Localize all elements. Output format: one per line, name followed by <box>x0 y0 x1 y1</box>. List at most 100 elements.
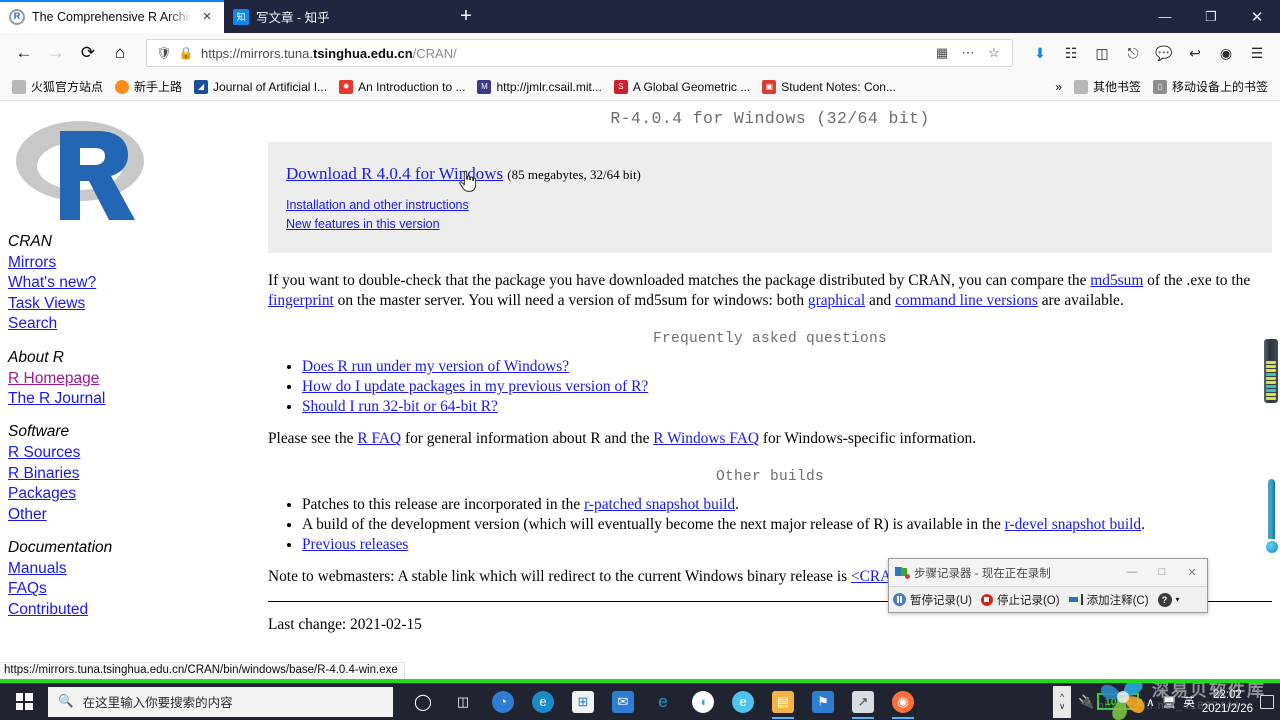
reload-button[interactable]: ⟳ <box>72 38 104 68</box>
faq-link-32-or-64-bit[interactable]: Should I run 32-bit or 64-bit R? <box>302 398 498 415</box>
cortana-icon[interactable]: ◯ <box>403 683 443 720</box>
chevron-down-icon: ▾ <box>1175 595 1180 604</box>
edge-icon[interactable]: e <box>523 683 563 720</box>
bookmark-item[interactable]: 火狐官方站点 <box>6 76 109 97</box>
sidebar-item-r-homepage[interactable]: R Homepage <box>8 369 258 389</box>
command-line-versions-link[interactable]: command line versions <box>895 292 1038 309</box>
gauge-widget[interactable] <box>1264 339 1278 403</box>
previous-releases-link[interactable]: Previous releases <box>302 536 408 553</box>
library-icon[interactable]: ☷ <box>1056 38 1086 68</box>
sidebar-item-contributed[interactable]: Contributed <box>8 600 258 620</box>
faq-link-update-packages[interactable]: How do I update packages in my previous … <box>302 378 648 395</box>
close-icon[interactable]: × <box>423 9 439 24</box>
360-browser-icon[interactable]: e <box>723 683 763 720</box>
site-sidebar: CRAN Mirrors What's new? Task Views Sear… <box>8 105 258 634</box>
mobile-bookmarks-folder[interactable]: ▯ 移动设备上的书签 <box>1147 76 1274 97</box>
graphical-link[interactable]: graphical <box>808 292 865 309</box>
windows-start-icon[interactable] <box>0 683 48 720</box>
r-faq-link[interactable]: R FAQ <box>357 430 401 447</box>
text: and <box>865 292 896 309</box>
minimize-icon[interactable]: — <box>1117 566 1147 579</box>
sogou-browser-icon[interactable]: ◖ <box>683 683 723 720</box>
bookmarks-overflow-button[interactable]: » <box>1049 78 1068 96</box>
address-bar[interactable]: 🛡 🔒 https://mirrors.tuna.tsinghua.edu.cn… <box>146 39 1013 67</box>
md5sum-link[interactable]: md5sum <box>1090 272 1143 289</box>
sidebar-item-r-binaries[interactable]: R Binaries <box>8 464 258 484</box>
sidebar-icon[interactable]: ◫ <box>1087 38 1117 68</box>
mail-icon[interactable]: ✉ <box>603 683 643 720</box>
tab-cran[interactable]: R The Comprehensive R Archiv × <box>0 0 224 33</box>
close-icon[interactable]: ✕ <box>1234 0 1280 33</box>
sidebar-item-other[interactable]: Other <box>8 505 258 525</box>
jmlr-icon: M <box>477 79 492 94</box>
other-bookmarks-folder[interactable]: 其他书签 <box>1068 76 1147 97</box>
bookmark-item[interactable]: 新手上路 <box>109 76 188 97</box>
internet-explorer-icon[interactable]: e <box>643 683 683 720</box>
clock-app-icon[interactable]: ◔ <box>483 683 523 720</box>
r-patched-snapshot-link[interactable]: r-patched snapshot build <box>584 496 735 513</box>
menu-icon[interactable]: ☰ <box>1242 38 1272 68</box>
search-placeholder: 在这里输入你要搜索的内容 <box>82 696 233 710</box>
installation-instructions-link[interactable]: Installation and other instructions <box>286 196 469 215</box>
bookmark-item[interactable]: ✹ An Introduction to ... <box>333 78 471 96</box>
stop-record-button[interactable]: 停止记录(O) <box>980 592 1060 608</box>
bookmark-item[interactable]: S A Global Geometric ... <box>608 78 756 96</box>
recorder-window-controls: — □ ✕ <box>1117 566 1207 579</box>
faq-link-windows-version[interactable]: Does R run under my version of Windows? <box>302 358 569 375</box>
screenshot-icon[interactable]: ⎋ <box>1118 38 1148 68</box>
add-comment-button[interactable]: 添加注释(C) <box>1068 592 1149 608</box>
bookmark-item[interactable]: M http://jmlr.csail.mit... <box>471 78 607 96</box>
task-view-icon[interactable]: ◫ <box>443 683 483 720</box>
r-windows-faq-link[interactable]: R Windows FAQ <box>653 430 759 447</box>
sidebar-item-task-views[interactable]: Task Views <box>8 294 258 314</box>
maximize-icon[interactable]: □ <box>1147 566 1177 579</box>
address-bar-actions: ▦ ⋯ ☆ <box>930 45 1006 61</box>
undo-icon[interactable]: ↩ <box>1180 38 1210 68</box>
thermometer-widget[interactable] <box>1266 479 1278 553</box>
microsoft-store-icon[interactable]: ⊞ <box>563 683 603 720</box>
r-devel-snapshot-link[interactable]: r-devel snapshot build <box>1005 516 1141 533</box>
back-button[interactable]: ← <box>8 38 40 68</box>
shield-icon[interactable]: 🛡 <box>153 46 175 60</box>
forward-button[interactable]: → <box>40 38 72 68</box>
new-tab-button[interactable]: + <box>452 5 480 29</box>
r-logo-icon: R <box>9 8 25 25</box>
folder-icon <box>1073 79 1088 94</box>
firefox-icon[interactable]: ◉ <box>883 683 923 720</box>
pause-record-button[interactable]: 暂停记录(U) <box>893 592 972 608</box>
bookmark-item[interactable]: ▣ Student Notes: Con... <box>756 78 902 96</box>
qr-code-icon[interactable]: ▦ <box>930 45 954 61</box>
close-icon[interactable]: × <box>199 9 215 24</box>
sidebar-heading: CRAN <box>8 233 52 250</box>
page-actions-icon[interactable]: ⋯ <box>956 45 980 61</box>
sidebar-item-r-sources[interactable]: R Sources <box>8 443 258 463</box>
account-icon[interactable]: ◉ <box>1211 38 1241 68</box>
home-button[interactable]: ⌂ <box>104 38 136 68</box>
sidebar-item-manuals[interactable]: Manuals <box>8 559 258 579</box>
pocket-icon[interactable]: 💬 <box>1149 38 1179 68</box>
sidebar-item-the-r-journal[interactable]: The R Journal <box>8 389 258 409</box>
help-button[interactable]: ? ▾ <box>1157 592 1180 607</box>
sidebar-item-whats-new[interactable]: What's new? <box>8 273 258 293</box>
sidebar-item-packages[interactable]: Packages <box>8 484 258 504</box>
wps-icon[interactable]: ⚑ <box>803 683 843 720</box>
taskbar-search-input[interactable]: 🔍 在这里输入你要搜索的内容 <box>48 686 393 717</box>
star-icon[interactable]: ☆ <box>982 45 1006 61</box>
resource-monitor-icon[interactable]: ↗ <box>843 683 883 720</box>
bookmark-item[interactable]: ◢ Journal of Artificial I... <box>188 78 333 96</box>
sidebar-item-mirrors[interactable]: Mirrors <box>8 253 258 273</box>
sidebar-item-faqs[interactable]: FAQs <box>8 579 258 599</box>
tab-zhihu[interactable]: 知 写文章 - 知乎 × <box>224 0 448 33</box>
scroll-arrows[interactable]: ^ ∨ <box>1053 685 1072 718</box>
lock-icon[interactable]: 🔒 <box>175 46 197 60</box>
new-features-link[interactable]: New features in this version <box>286 215 440 234</box>
sidebar-item-search[interactable]: Search <box>8 314 258 334</box>
notification-icon[interactable] <box>1260 694 1274 709</box>
steps-recorder-window[interactable]: 步骤记录器 - 现在正在录制 — □ ✕ 暂停记录(U) 停止记录(O) 添加注… <box>888 558 1208 613</box>
close-icon[interactable]: ✕ <box>1177 566 1207 579</box>
file-explorer-icon[interactable]: ▤ <box>763 683 803 720</box>
fingerprint-link[interactable]: fingerprint <box>268 292 334 309</box>
minimize-icon[interactable]: — <box>1142 0 1188 33</box>
download-icon[interactable]: ⬇ <box>1025 38 1055 68</box>
maximize-icon[interactable]: ❐ <box>1188 0 1234 33</box>
